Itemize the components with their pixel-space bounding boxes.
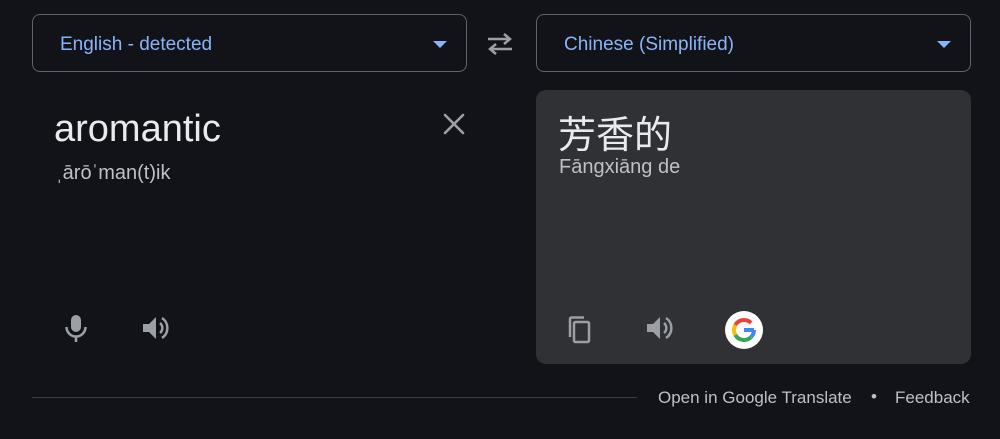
close-icon	[443, 113, 465, 135]
source-phonetic: ˌārōˈman(t)ik	[56, 162, 171, 184]
google-logo-icon	[732, 318, 756, 342]
swap-arrows-icon	[488, 33, 512, 55]
speaker-icon	[647, 316, 673, 340]
swap-languages-button[interactable]	[482, 28, 518, 60]
source-language-label: English - detected	[60, 34, 213, 55]
footer-divider	[32, 397, 637, 398]
listen-source-button[interactable]	[138, 310, 174, 346]
footer-separator: •	[871, 387, 877, 406]
translation-text: 芳香的	[558, 113, 673, 157]
source-text-input[interactable]: aromantic	[54, 108, 221, 151]
target-language-label: Chinese (Simplified)	[564, 34, 735, 55]
clear-text-button[interactable]	[438, 108, 470, 140]
open-in-google-translate-link[interactable]: Open in Google Translate	[658, 388, 852, 408]
chevron-down-icon	[433, 41, 447, 48]
voice-input-button[interactable]	[58, 310, 94, 346]
feedback-link[interactable]: Feedback	[895, 388, 970, 408]
listen-translation-button[interactable]	[642, 310, 678, 346]
speaker-icon	[143, 316, 169, 340]
chevron-down-icon	[937, 41, 951, 48]
translation-panel: 芳香的 Fāngxiāng de	[536, 90, 971, 364]
microphone-icon	[65, 315, 87, 342]
source-panel: aromantic ˌārōˈman(t)ik	[32, 90, 502, 364]
translation-romanization: Fāngxiāng de	[559, 156, 681, 178]
copy-translation-button[interactable]	[562, 312, 598, 348]
google-logo-button[interactable]	[725, 311, 763, 349]
source-language-select[interactable]: English - detected	[32, 14, 467, 72]
target-language-select[interactable]: Chinese (Simplified)	[536, 14, 971, 72]
copy-icon	[568, 316, 591, 344]
